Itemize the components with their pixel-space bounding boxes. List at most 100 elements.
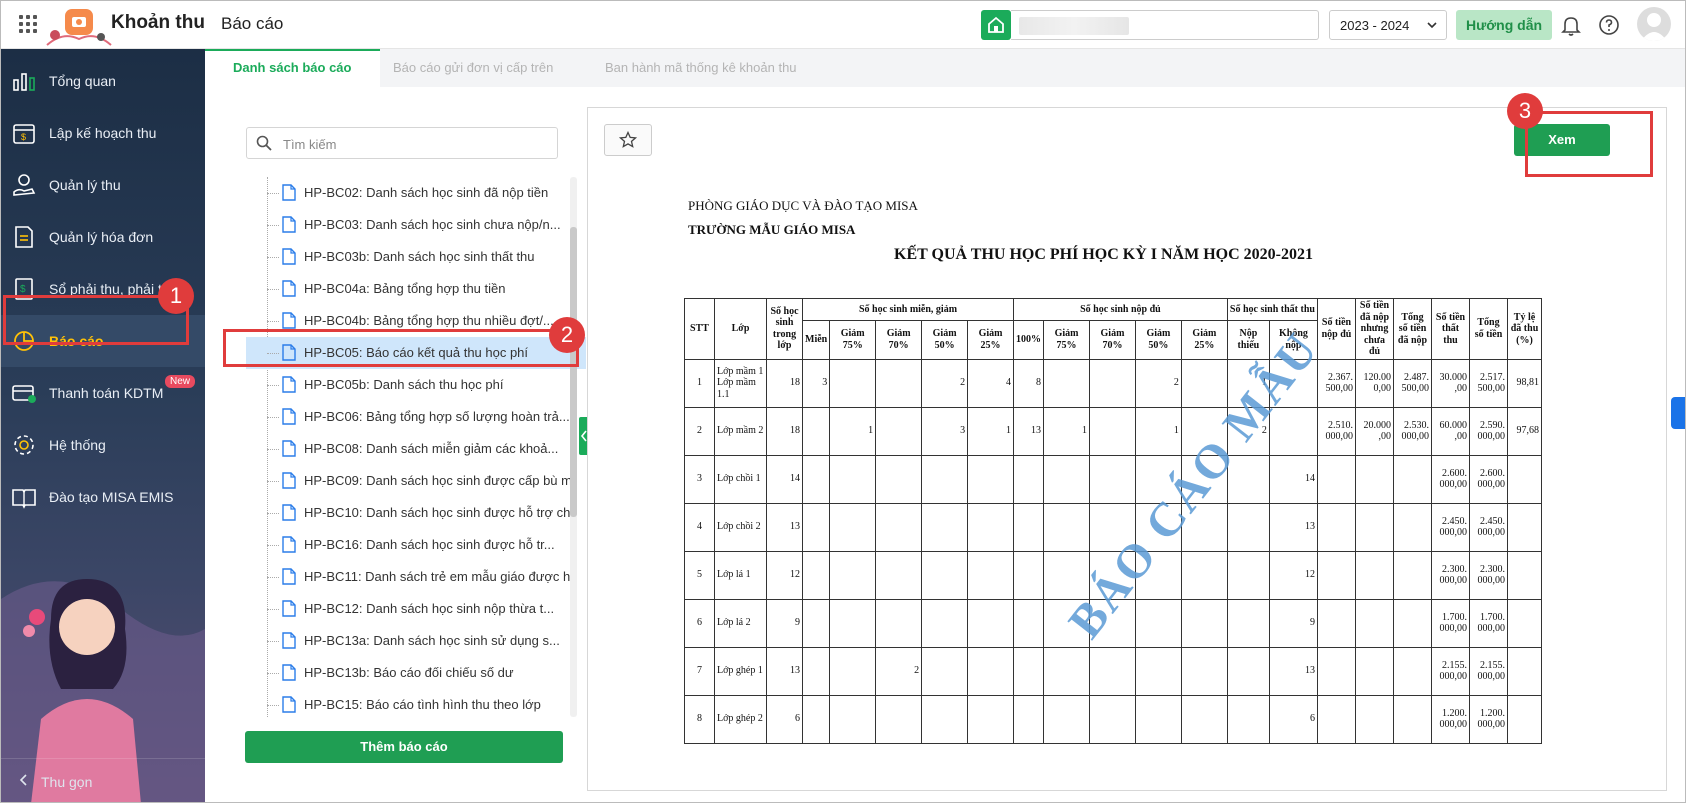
favorite-button[interactable] [604, 124, 652, 156]
report-list-item[interactable]: HP-BC04a: Bảng tổng hợp thu tiền [246, 273, 586, 305]
report-name: HP-BC05b: Danh sách thu học phí [304, 377, 504, 392]
report-list-item[interactable]: HP-BC16: Danh sách học sinh được hỗ tr..… [246, 529, 586, 561]
table-cell [1013, 502, 1045, 552]
document-icon [282, 184, 296, 201]
school-year-value: 2023 - 2024 [1340, 18, 1410, 33]
table-cell: 2.487. 500,00 [1393, 358, 1432, 408]
table-cell: 1.200. 000,00 [1431, 694, 1470, 744]
col-sub: Giảm 50% [921, 319, 969, 360]
table-cell [1043, 358, 1090, 408]
table-cell [1393, 598, 1432, 648]
callout-highlight-view [1525, 111, 1653, 177]
help-icon[interactable] [1597, 13, 1621, 37]
document-icon [282, 696, 296, 713]
table-cell: Lớp chồi 2 [714, 502, 767, 552]
tab-report-superior[interactable]: Báo cáo gửi đơn vị cấp trên [365, 49, 581, 87]
school-selector[interactable] [1011, 10, 1319, 40]
table-cell [801, 646, 831, 696]
col-sub: Giảm 75% [1043, 319, 1090, 360]
table-cell [1317, 454, 1356, 504]
table-cell [1393, 550, 1432, 600]
document-icon [282, 504, 296, 521]
document-icon [282, 216, 296, 233]
apps-grid-icon[interactable] [19, 15, 37, 33]
col-sub: Giảm 70% [1088, 319, 1136, 360]
report-preview-panel: Xem PHÒNG GIÁO DỤC VÀ ĐÀO TẠO MISA TRƯỜN… [587, 107, 1667, 791]
col-total-amount: Tổng số tiền [1469, 298, 1508, 360]
report-list-item[interactable]: HP-BC05b: Danh sách thu học phí [246, 369, 586, 401]
chevron-down-icon [1427, 22, 1437, 29]
report-list-item[interactable]: HP-BC13a: Danh sách học sinh sử dụng s..… [246, 625, 586, 657]
sidebar-item-overview[interactable]: Tổng quan [1, 55, 205, 107]
report-name: HP-BC15: Báo cáo tình hình thu theo lớp [304, 697, 541, 712]
report-list-item[interactable]: HP-BC06: Bảng tổng hợp số lượng hoàn trả… [246, 401, 586, 433]
col-sub: Giảm 75% [829, 319, 877, 360]
avatar[interactable] [1637, 7, 1671, 41]
table-cell: 6 [684, 598, 715, 648]
invoice-icon [15, 226, 33, 248]
table-cell: Lớp ghép 1 [714, 646, 767, 696]
side-panel-toggle[interactable] [1671, 397, 1685, 429]
table-cell [1226, 646, 1270, 696]
table-cell [1507, 646, 1542, 696]
tab-stat-code[interactable]: Ban hành mã thống kê khoản thu [577, 49, 825, 87]
table-cell [1088, 454, 1136, 504]
search-icon [256, 135, 272, 151]
table-cell [1507, 502, 1542, 552]
report-list-item[interactable]: HP-BC03b: Danh sách học sinh thất thu [246, 241, 586, 273]
table-cell [1226, 550, 1270, 600]
table-cell: 1.700. 000,00 [1469, 598, 1508, 648]
document-icon [282, 632, 296, 649]
table-cell: 6 [1268, 694, 1319, 744]
sidebar-item-system[interactable]: Hệ thống [1, 419, 205, 471]
report-name: HP-BC04a: Bảng tổng hợp thu tiền [304, 281, 506, 296]
table-cell: Lớp lá 1 [714, 550, 767, 600]
report-list-item[interactable]: HP-BC12: Danh sách học sinh nộp thừa t..… [246, 593, 586, 625]
table-cell [1088, 646, 1136, 696]
table-cell [921, 694, 969, 744]
table-cell: 2.367. 500,00 [1317, 358, 1356, 408]
table-cell [1317, 502, 1356, 552]
table-cell [1355, 694, 1394, 744]
report-list: HP-BC02: Danh sách học sinh đã nộp tiền H… [246, 177, 586, 717]
sidebar-item-plan[interactable]: $ Lập kế hoạch thu [1, 107, 205, 159]
table-cell [829, 694, 877, 744]
table-cell [1180, 358, 1228, 408]
main-area: Danh sách báo cáo Báo cáo gửi đơn vị cấp… [205, 49, 1685, 802]
table-cell: 13 [766, 646, 803, 696]
table-cell [1355, 598, 1394, 648]
sidebar-item-invoice[interactable]: Quản lý hóa đơn [1, 211, 205, 263]
guide-button[interactable]: Hướng dẫn [1456, 10, 1552, 40]
sidebar-item-training[interactable]: Đào tạo MISA EMIS [1, 471, 205, 523]
report-list-item[interactable]: HP-BC11: Danh sách trẻ em mẫu giáo được … [246, 561, 586, 593]
col-amount-partial: Số tiền đã nộp nhưng chưa đủ [1355, 298, 1394, 360]
app-title: Khoản thu [111, 12, 205, 33]
add-report-button[interactable]: Thêm báo cáo [245, 731, 563, 763]
sidebar-item-payment[interactable]: Thanh toán KDTM New [1, 367, 205, 419]
table-cell: 1.200. 000,00 [1469, 694, 1508, 744]
table-cell [1134, 598, 1182, 648]
col-group-paid-full: Số học sinh nộp đủ [1013, 298, 1228, 321]
school-year-select[interactable]: 2023 - 2024 [1329, 10, 1447, 40]
report-list-item[interactable]: HP-BC13b: Báo cáo đối chiếu số dư [246, 657, 586, 689]
table-cell: 1 [829, 406, 877, 456]
collapse-sidebar-button[interactable]: Thu gọn [1, 758, 205, 802]
report-list-item[interactable]: HP-BC15: Báo cáo tình hình thu theo lớp [246, 689, 586, 717]
report-list-item[interactable]: HP-BC09: Danh sách học sinh được cấp bù … [246, 465, 586, 497]
sidebar-item-collect[interactable]: Quản lý thu [1, 159, 205, 211]
top-header: Khoản thu Báo cáo 2023 - 2024 Hướng dẫn [1, 1, 1685, 49]
report-list-item[interactable]: HP-BC08: Danh sách miễn giảm các khoả... [246, 433, 586, 465]
table-cell: 2.300. 000,00 [1469, 550, 1508, 600]
report-list-scrollbar[interactable] [570, 177, 577, 717]
search-input[interactable] [283, 134, 543, 154]
home-button[interactable] [981, 10, 1011, 40]
table-cell [801, 454, 831, 504]
bell-icon[interactable] [1559, 13, 1583, 37]
document-icon [282, 664, 296, 681]
report-list-item[interactable]: HP-BC02: Danh sách học sinh đã nộp tiền [246, 177, 586, 209]
col-amount-full: Số tiền nộp đủ [1317, 298, 1356, 360]
report-name: HP-BC03: Danh sách học sinh chưa nộp/n..… [304, 217, 561, 232]
report-list-item[interactable]: HP-BC10: Danh sách học sinh được hỗ trợ … [246, 497, 586, 529]
tab-report-list[interactable]: Danh sách báo cáo [205, 49, 380, 87]
report-list-item[interactable]: HP-BC03: Danh sách học sinh chưa nộp/n..… [246, 209, 586, 241]
